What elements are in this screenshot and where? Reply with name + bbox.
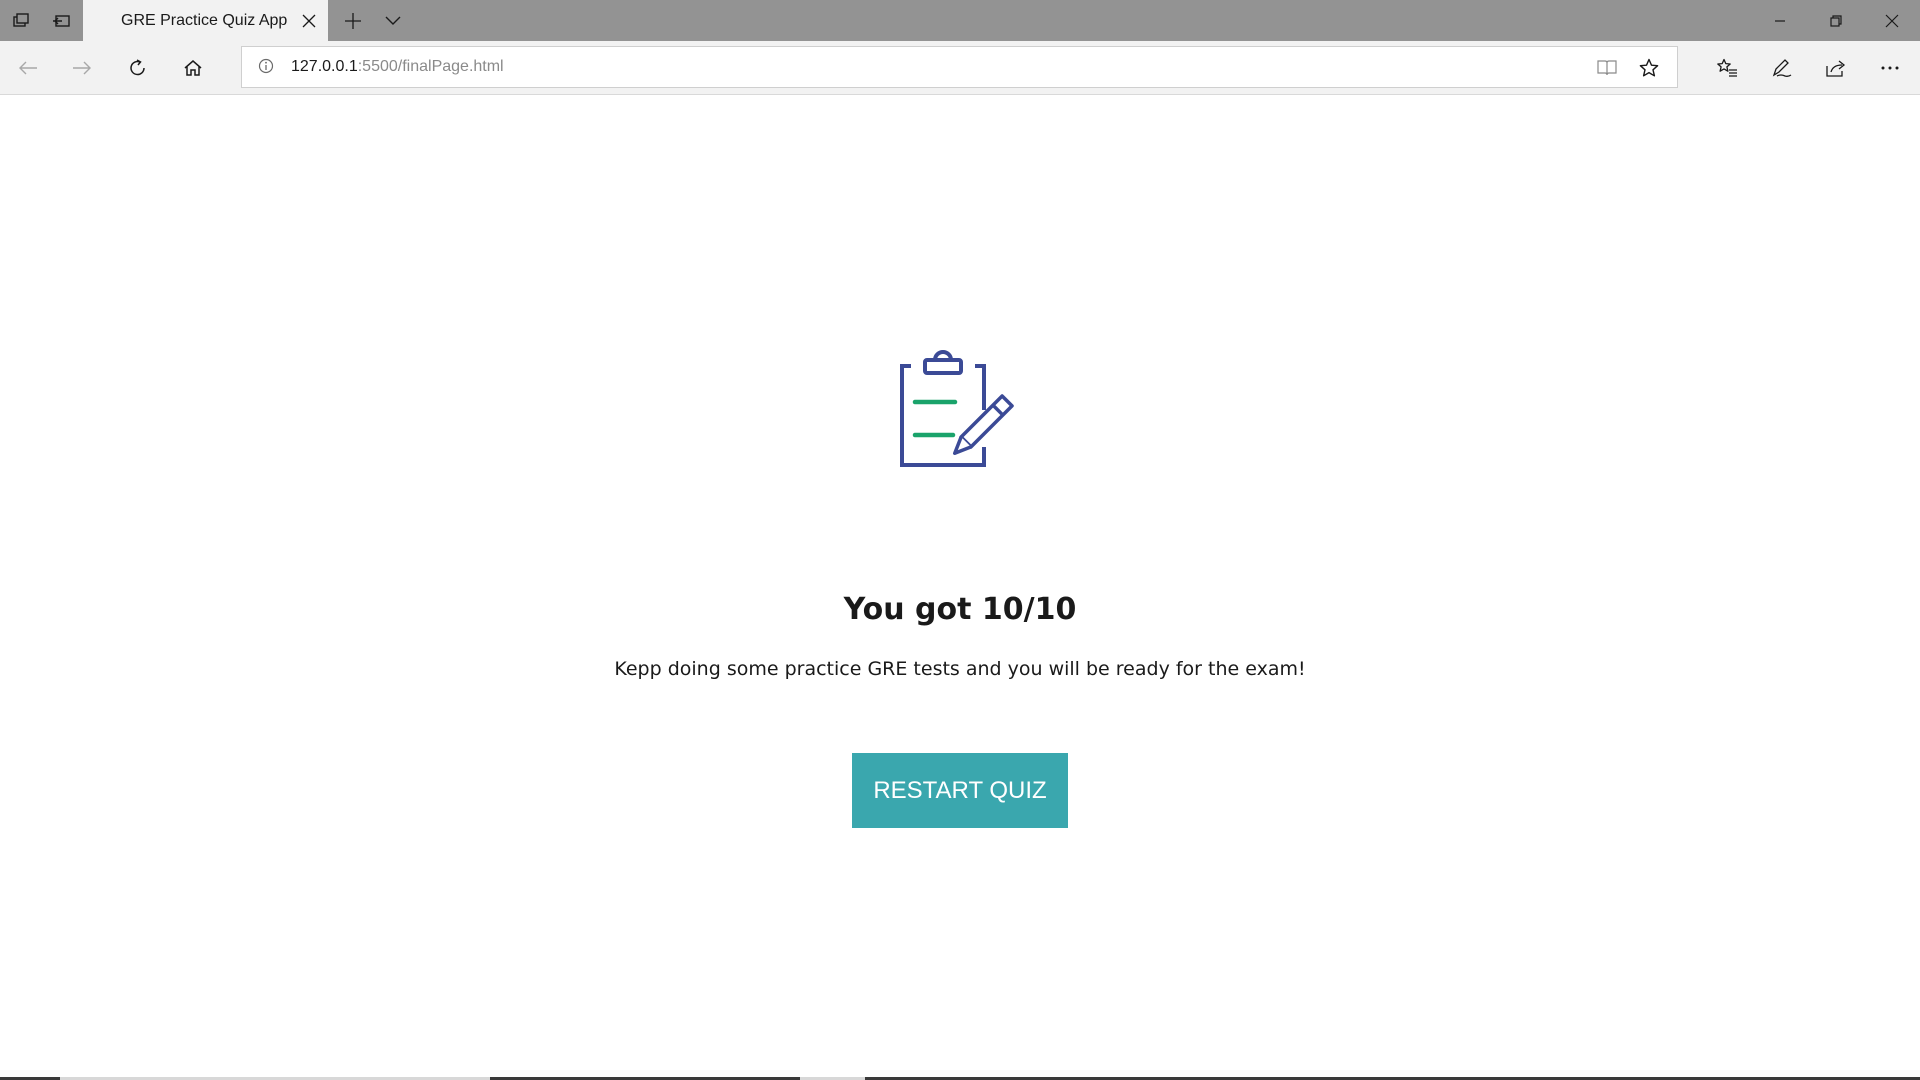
set-aside-tabs-icon[interactable]: [41, 0, 82, 41]
favorites-list-icon[interactable]: [1711, 52, 1743, 84]
encouragement-message: Kepp doing some practice GRE tests and y…: [614, 658, 1306, 680]
tab-gre-quiz[interactable]: GRE Practice Quiz App: [83, 0, 328, 41]
restore-icon[interactable]: [1808, 0, 1864, 41]
close-icon[interactable]: [1864, 0, 1920, 41]
tab-manager-icon[interactable]: [0, 0, 41, 41]
home-icon[interactable]: [177, 52, 209, 84]
forward-arrow-icon[interactable]: [66, 52, 98, 84]
title-bar: GRE Practice Quiz App: [0, 0, 1920, 41]
info-icon[interactable]: [258, 58, 276, 76]
page-content: You got 10/10 Kepp doing some practice G…: [0, 96, 1920, 1080]
new-tab-icon[interactable]: [338, 7, 368, 35]
pen-notes-icon[interactable]: [1766, 52, 1798, 84]
share-icon[interactable]: [1820, 52, 1852, 84]
url-host: 127.0.0.1: [291, 58, 358, 75]
clipboard-pencil-icon: [893, 345, 1023, 475]
score-heading: You got 10/10: [843, 592, 1077, 627]
tab-close-icon[interactable]: [299, 11, 318, 30]
chevron-down-icon[interactable]: [378, 7, 408, 35]
restart-quiz-button[interactable]: RESTART QUIZ: [852, 753, 1068, 828]
address-bar[interactable]: 127.0.0.1:5500/finalPage.html: [241, 46, 1678, 88]
url-text[interactable]: 127.0.0.1:5500/finalPage.html: [291, 58, 504, 76]
window-controls: [1752, 0, 1920, 41]
back-arrow-icon[interactable]: [12, 52, 44, 84]
reading-view-icon[interactable]: [1595, 56, 1619, 80]
refresh-icon[interactable]: [122, 52, 154, 84]
more-options-icon[interactable]: [1874, 52, 1906, 84]
favorite-star-icon[interactable]: [1637, 56, 1661, 80]
navigation-bar: 127.0.0.1:5500/finalPage.html: [0, 41, 1920, 95]
minimize-icon[interactable]: [1752, 0, 1808, 41]
url-path: :5500/finalPage.html: [357, 58, 504, 75]
tab-title: GRE Practice Quiz App: [121, 11, 288, 29]
